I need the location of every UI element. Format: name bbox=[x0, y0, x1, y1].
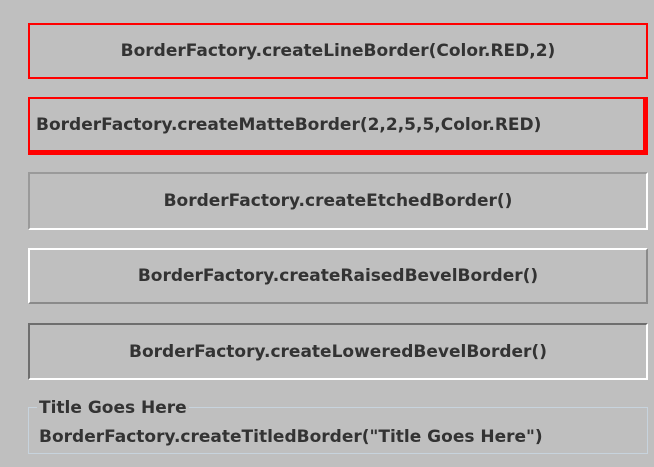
titled-border-title: Title Goes Here bbox=[37, 398, 189, 418]
raised-bevel-border-label: BorderFactory.createRaisedBevelBorder() bbox=[137, 266, 539, 286]
line-border-label: BorderFactory.createLineBorder(Color.RED… bbox=[120, 41, 556, 61]
lowered-bevel-border-panel: BorderFactory.createLoweredBevelBorder() bbox=[28, 323, 648, 380]
titled-border-label: BorderFactory.createTitledBorder("Title … bbox=[39, 427, 543, 447]
titled-border-panel: Title Goes Here BorderFactory.createTitl… bbox=[28, 398, 648, 456]
matte-border-label: BorderFactory.createMatteBorder(2,2,5,5,… bbox=[36, 114, 542, 135]
border-demo-window: { "panels": { "line": "BorderFactory.cre… bbox=[0, 0, 654, 467]
etched-border-label: BorderFactory.createEtchedBorder() bbox=[163, 191, 513, 211]
raised-bevel-border-panel: BorderFactory.createRaisedBevelBorder() bbox=[28, 248, 648, 304]
etched-border-panel: BorderFactory.createEtchedBorder() bbox=[28, 172, 648, 230]
matte-border-panel: BorderFactory.createMatteBorder(2,2,5,5,… bbox=[28, 97, 648, 155]
line-border-panel: BorderFactory.createLineBorder(Color.RED… bbox=[28, 23, 648, 79]
lowered-bevel-border-label: BorderFactory.createLoweredBevelBorder() bbox=[129, 341, 547, 362]
